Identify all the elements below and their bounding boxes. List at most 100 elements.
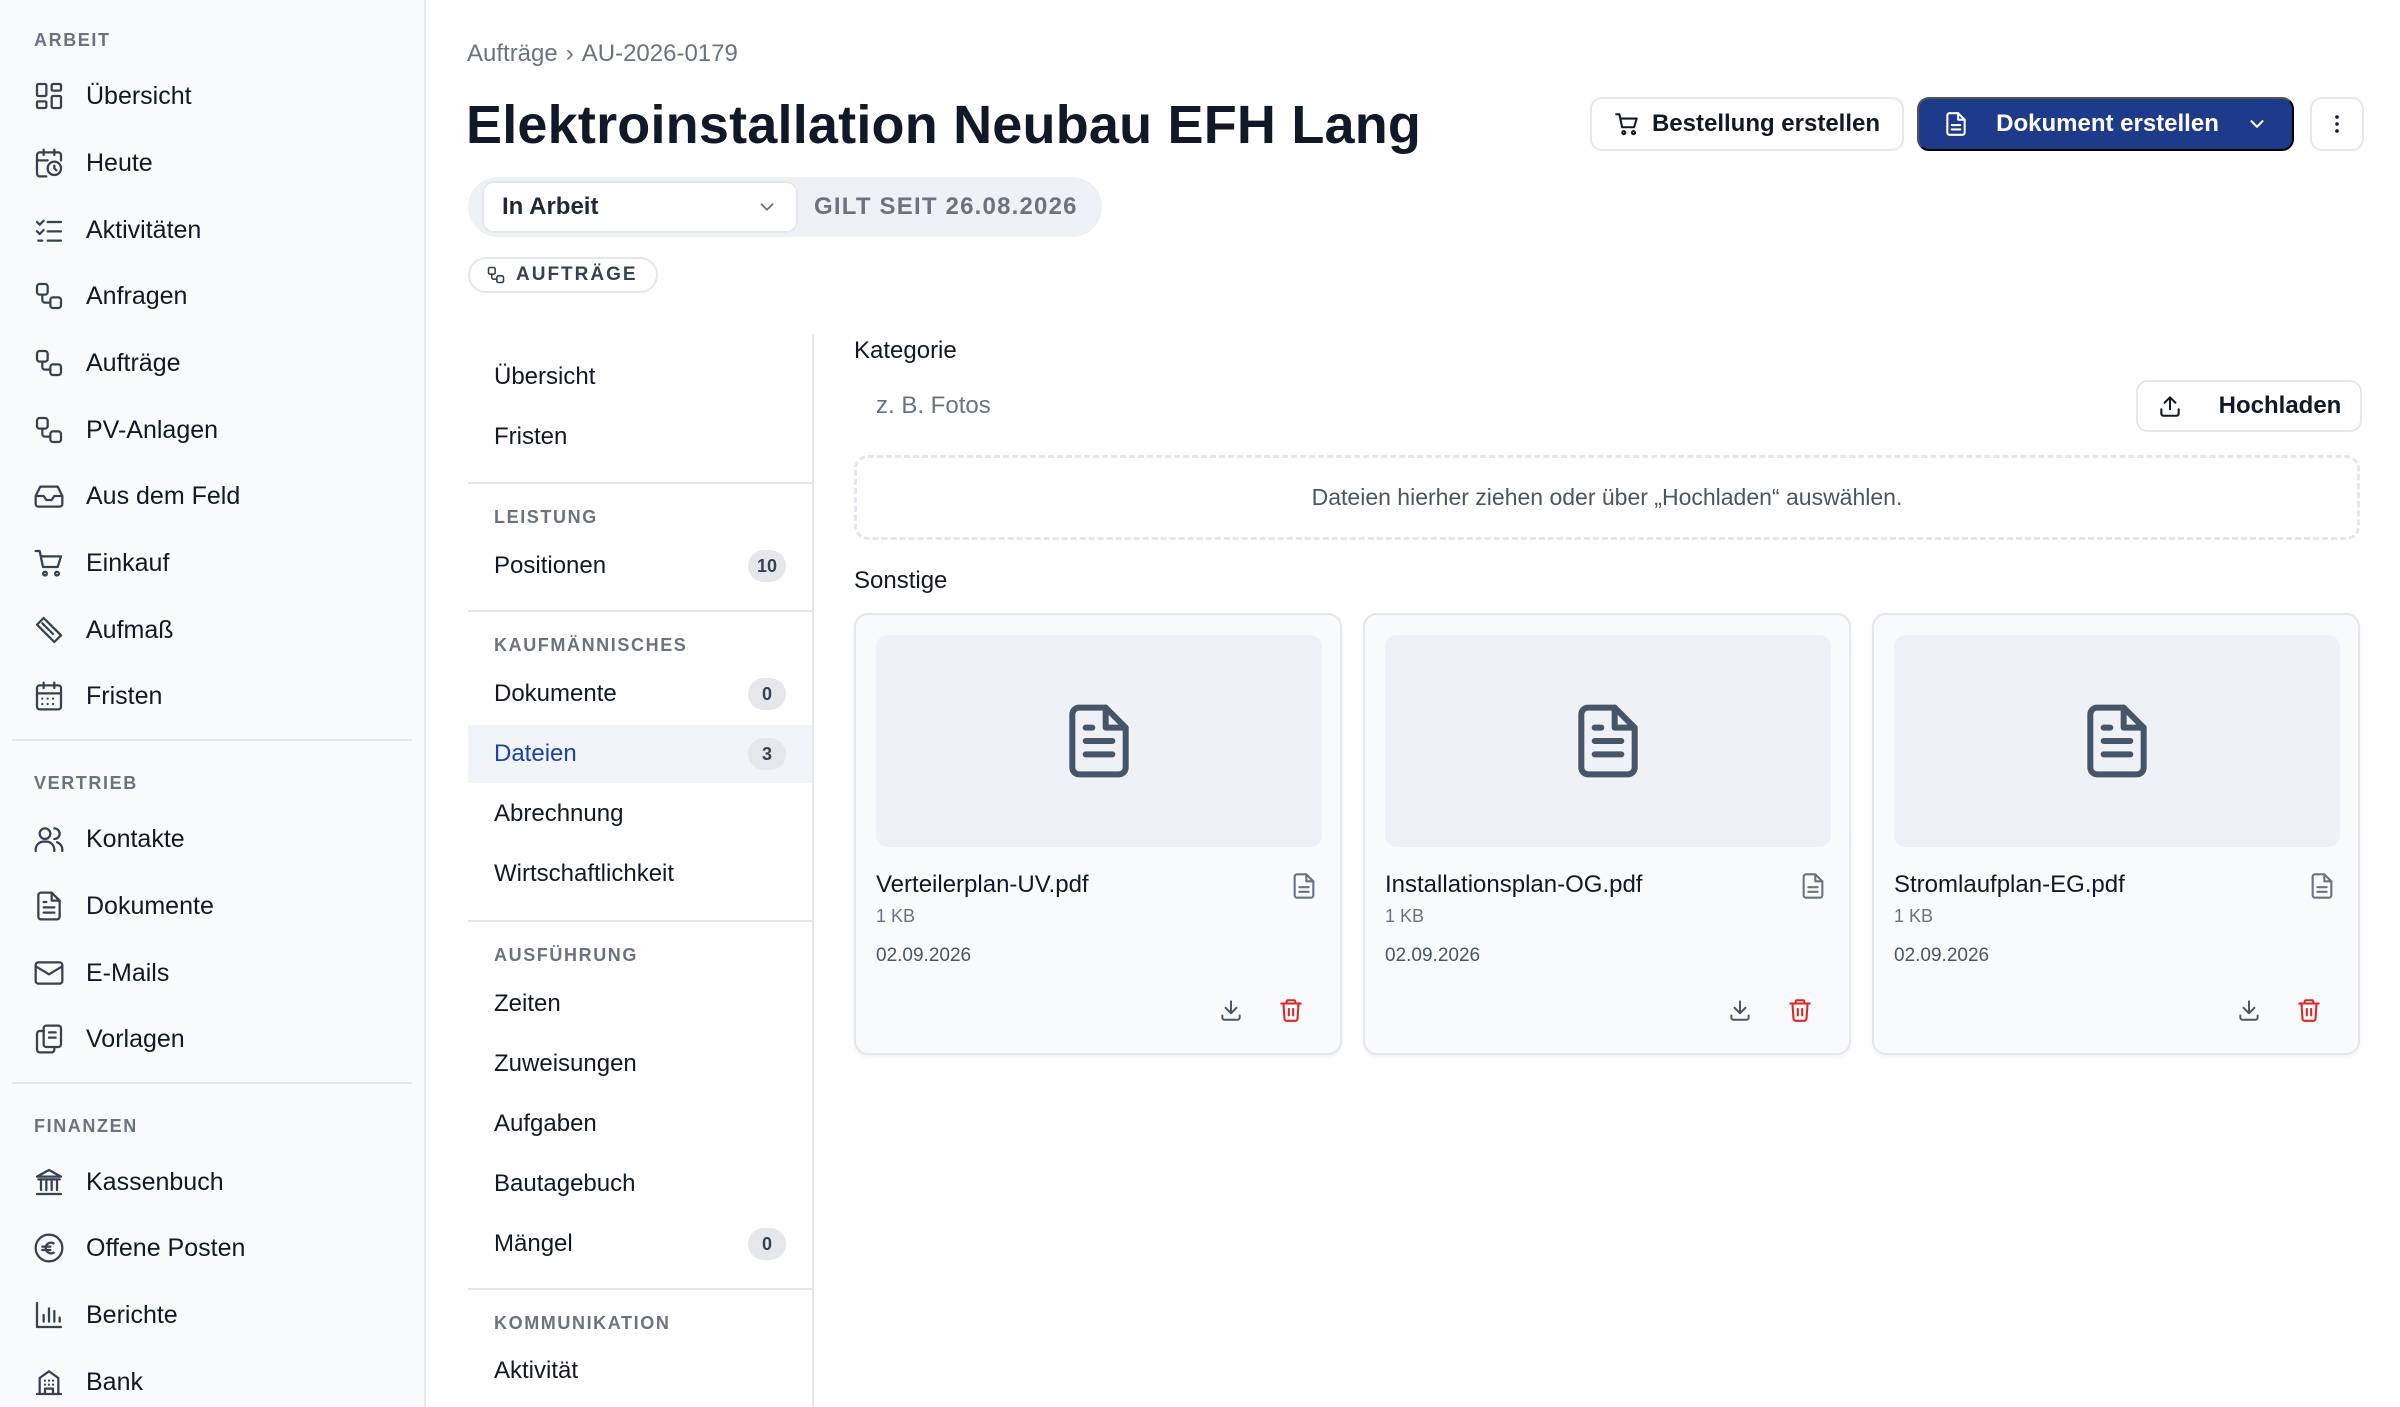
building-icon	[32, 1365, 66, 1399]
chevron-down-icon[interactable]	[2246, 113, 2268, 135]
bank-icon	[32, 1165, 66, 1199]
subnav-item-zuweisungen[interactable]: Zuweisungen	[468, 1035, 812, 1093]
breadcrumb-parent-link[interactable]: Aufträge	[467, 40, 558, 68]
download-icon	[1221, 1000, 1241, 1021]
sidebar-item-label: Aufmaß	[86, 615, 174, 644]
status-select-value: In Arbeit	[502, 193, 599, 220]
subnav-item-label: Zeiten	[494, 990, 561, 1017]
sidebar-item-e-mails[interactable]: E-Mails	[32, 948, 402, 998]
sidebar-item-kontakte[interactable]: Kontakte	[32, 814, 402, 864]
sidebar-item-offene-posten[interactable]: Offene Posten	[32, 1223, 402, 1273]
trash-icon	[1789, 999, 1811, 1022]
subnav-item-wirtschaftlichkeit[interactable]: Wirtschaftlichkeit	[468, 845, 812, 903]
sidebar-item-uebersicht[interactable]: Übersicht	[32, 71, 402, 121]
status-select[interactable]: In Arbeit	[482, 181, 798, 233]
download-button[interactable]	[1725, 995, 1755, 1025]
sidebar-section-finanzen: FINANZEN	[34, 1116, 138, 1136]
file-card[interactable]: Verteilerplan-UV.pdf 1 KB 02.09.2026	[854, 613, 1342, 1055]
subnav-item-fristen[interactable]: Fristen	[468, 408, 812, 466]
sidebar-item-label: Heute	[86, 148, 153, 177]
file-thumbnail[interactable]	[1385, 635, 1831, 847]
file-name[interactable]: Stromlaufplan-EG.pdf	[1894, 871, 2125, 899]
count-badge: 0	[748, 1228, 786, 1260]
sidebar-item-berichte[interactable]: Berichte	[32, 1290, 402, 1340]
sidebar-item-bank[interactable]: Bank	[32, 1357, 402, 1407]
sidebar-item-label: Dokumente	[86, 891, 214, 920]
file-group-label: Sonstige	[854, 567, 948, 594]
subnav-item-bautagebuch[interactable]: Bautagebuch	[468, 1155, 812, 1213]
trash-icon	[1280, 999, 1302, 1022]
subnav-section-kommunikation: KOMMUNIKATION	[494, 1313, 671, 1333]
chevron-down-icon	[760, 203, 774, 211]
dropzone-text: Dateien hierher ziehen oder über „Hochla…	[1311, 484, 1903, 510]
sidebar-item-pv-anlagen[interactable]: PV-Anlagen	[32, 405, 402, 455]
create-document-button[interactable]: Dokument erstellen	[1917, 97, 2294, 151]
page-title: Elektroinstallation Neubau EFH Lang	[466, 95, 1422, 155]
trash-icon	[2298, 999, 2320, 1022]
sidebar-item-aufmass[interactable]: Aufmaß	[32, 605, 402, 655]
create-document-label: Dokument erstellen	[1996, 110, 2219, 137]
sidebar-item-label: Offene Posten	[86, 1233, 246, 1262]
category-input[interactable]	[854, 380, 2104, 432]
status-bar: In Arbeit GILT SEIT 26.08.2026	[468, 177, 1102, 237]
subnav-divider	[468, 610, 812, 612]
sidebar-item-label: Kassenbuch	[86, 1167, 224, 1196]
calendar-icon	[32, 679, 66, 713]
subnav-section-kaufmaennisches: KAUFMÄNNISCHES	[494, 635, 688, 655]
sidebar-item-auftraege[interactable]: Aufträge	[32, 338, 402, 388]
sidebar-section-arbeit: ARBEIT	[34, 30, 111, 50]
download-button[interactable]	[1216, 995, 1246, 1025]
subnav-item-maengel[interactable]: Mängel 0	[468, 1215, 812, 1273]
file-size: 1 KB	[876, 906, 916, 926]
download-button[interactable]	[2234, 995, 2264, 1025]
sidebar-item-einkauf[interactable]: Einkauf	[32, 538, 402, 588]
more-vertical-icon	[2335, 115, 2339, 133]
sidebar-item-heute[interactable]: Heute	[32, 138, 402, 188]
subnav-item-dokumente[interactable]: Dokumente 0	[468, 665, 812, 723]
sidebar-item-aus-dem-feld[interactable]: Aus dem Feld	[32, 471, 402, 521]
sidebar-item-label: Aus dem Feld	[86, 481, 241, 510]
subnav-item-dateien[interactable]: Dateien 3	[468, 725, 812, 783]
file-name[interactable]: Verteilerplan-UV.pdf	[876, 871, 1089, 899]
cart-icon	[32, 546, 66, 580]
delete-button[interactable]	[2294, 995, 2324, 1025]
sidebar-item-kassenbuch[interactable]: Kassenbuch	[32, 1157, 402, 1207]
subnav-item-abrechnung[interactable]: Abrechnung	[468, 785, 812, 843]
bar-chart-icon	[32, 1298, 66, 1332]
file-text-icon	[2087, 704, 2147, 778]
upload-button[interactable]: Hochladen	[2136, 380, 2362, 432]
subnav-item-aktivitaet[interactable]: Aktivität	[468, 1342, 812, 1400]
sidebar-item-anfragen[interactable]: Anfragen	[32, 271, 402, 321]
subnav-divider	[468, 920, 812, 922]
sidebar-item-fristen[interactable]: Fristen	[32, 671, 402, 721]
breadcrumb: Aufträge › AU-2026-0179	[467, 40, 738, 68]
sidebar-item-label: Aufträge	[86, 348, 181, 377]
file-card[interactable]: Installationsplan-OG.pdf 1 KB 02.09.2026	[1363, 613, 1851, 1055]
file-thumbnail[interactable]	[876, 635, 1322, 847]
subnav-item-label: Abrechnung	[494, 800, 624, 827]
sidebar-item-aktivitaeten[interactable]: Aktivitäten	[32, 205, 402, 255]
sidebar-item-vorlagen[interactable]: Vorlagen	[32, 1014, 402, 1064]
subnav-item-uebersicht[interactable]: Übersicht	[468, 348, 812, 406]
file-card[interactable]: Stromlaufplan-EG.pdf 1 KB 02.09.2026	[1872, 613, 2360, 1055]
file-thumbnail[interactable]	[1894, 635, 2340, 847]
inbox-icon	[32, 479, 66, 513]
sidebar-item-dokumente[interactable]: Dokumente	[32, 881, 402, 931]
create-order-button[interactable]: Bestellung erstellen	[1590, 97, 1904, 151]
file-name[interactable]: Installationsplan-OG.pdf	[1385, 871, 1642, 899]
subnav-item-label: Wirtschaftlichkeit	[494, 860, 675, 887]
delete-button[interactable]	[1276, 995, 1306, 1025]
sidebar-item-label: PV-Anlagen	[86, 415, 219, 444]
subnav-item-label: Positionen	[494, 552, 607, 579]
subnav-item-positionen[interactable]: Positionen 10	[468, 537, 812, 595]
subnav-item-label: Dokumente	[494, 680, 617, 707]
subnav-item-zeiten[interactable]: Zeiten	[468, 975, 812, 1033]
file-dropzone[interactable]: Dateien hierher ziehen oder über „Hochla…	[854, 455, 2360, 540]
sidebar-item-label: Vorlagen	[86, 1024, 185, 1053]
subnav-section-leistung: LEISTUNG	[494, 507, 598, 527]
more-actions-button[interactable]	[2310, 97, 2364, 151]
category-label: Kategorie	[854, 337, 957, 364]
subnav-item-aufgaben[interactable]: Aufgaben	[468, 1095, 812, 1153]
workflow-icon	[32, 413, 66, 447]
delete-button[interactable]	[1785, 995, 1815, 1025]
